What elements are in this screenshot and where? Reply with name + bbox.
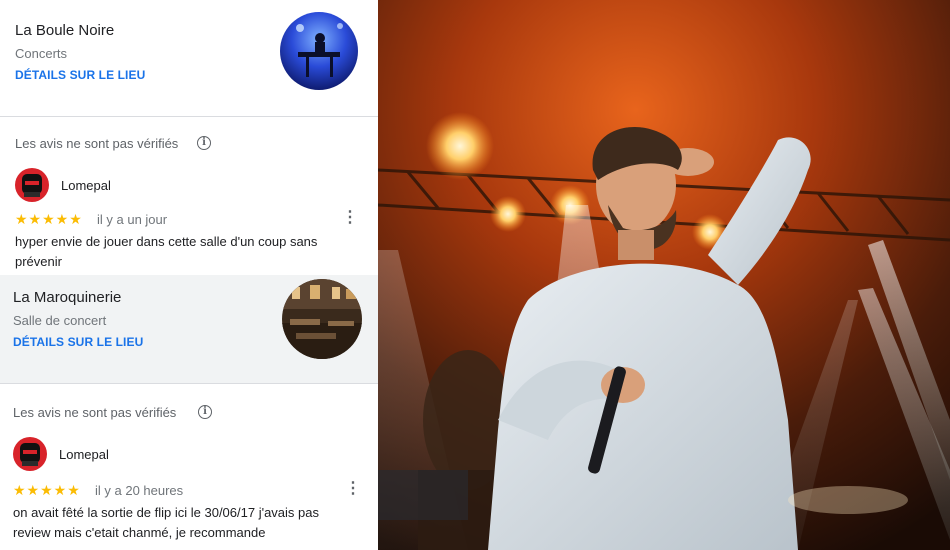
place-name: La Maroquinerie	[13, 289, 122, 306]
concert-photo-image	[280, 12, 358, 90]
places-panel: La Boule Noire Concerts DÉTAILS SUR LE L…	[0, 0, 378, 550]
review-text-line: on avait fêté la sortie de flip ici le 3…	[13, 505, 319, 520]
section-divider	[0, 116, 378, 117]
section-divider	[0, 383, 378, 384]
place-card-la-maroquinerie[interactable]: La Maroquinerie Salle de concert DÉTAILS…	[0, 275, 378, 383]
place-category: Concerts	[15, 46, 68, 61]
place-category: Salle de concert	[13, 313, 107, 328]
info-icon[interactable]: i	[197, 136, 211, 150]
review-text: hyper envie de jouer dans cette salle d'…	[15, 232, 355, 272]
place-details-link[interactable]: DÉTAILS SUR LE LIEU	[15, 68, 145, 82]
place-details-link[interactable]: DÉTAILS SUR LE LIEU	[13, 335, 143, 349]
place-photo[interactable]	[282, 279, 362, 359]
review-text-line: prévenir	[15, 254, 62, 269]
reviews-notice: Les avis ne sont pas vérifiés	[15, 136, 179, 151]
review-text-line: review mais c'etait chanmé, je recommand…	[13, 525, 266, 540]
venue-photo-image	[282, 279, 362, 359]
review-author[interactable]: Lomepal	[61, 178, 111, 193]
more-vert-icon[interactable]: ⋮	[342, 210, 358, 226]
review-time: il y a un jour	[97, 212, 168, 227]
place-card-la-boule-noire[interactable]: La Boule Noire Concerts DÉTAILS SUR LE L…	[0, 0, 378, 116]
review-author[interactable]: Lomepal	[59, 447, 109, 462]
review-text: on avait fêté la sortie de flip ici le 3…	[13, 503, 358, 543]
place-name: La Boule Noire	[15, 22, 115, 39]
star-rating: ★★★★★	[13, 482, 81, 498]
review-text-line: hyper envie de jouer dans cette salle d'…	[15, 234, 318, 249]
star-rating: ★★★★★	[15, 211, 83, 227]
info-icon[interactable]: i	[198, 405, 212, 419]
place-photo[interactable]	[280, 12, 358, 90]
avatar[interactable]	[13, 437, 47, 471]
concert-photo	[378, 0, 950, 550]
review-time: il y a 20 heures	[95, 483, 184, 498]
avatar[interactable]	[15, 168, 49, 202]
more-vert-icon[interactable]: ⋮	[345, 481, 361, 497]
performer-on-stage-image	[378, 0, 950, 550]
reviews-notice: Les avis ne sont pas vérifiés	[13, 405, 177, 420]
